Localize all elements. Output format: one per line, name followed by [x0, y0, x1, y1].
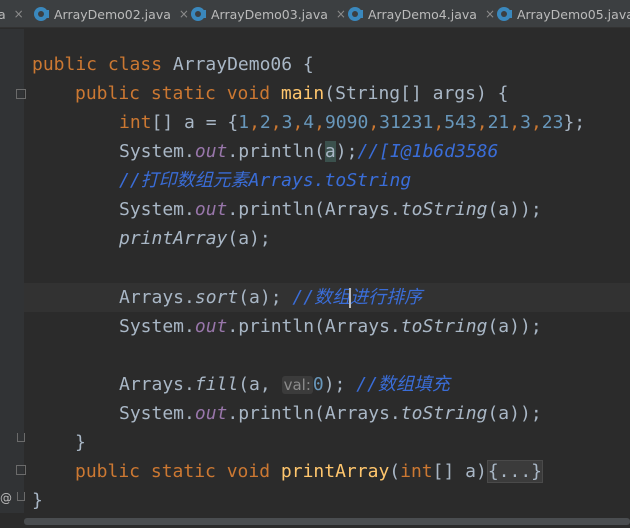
java-class-icon	[348, 7, 363, 21]
folded-code-block[interactable]: {...}	[486, 460, 544, 483]
tab-label: ArrayDemo05.java	[517, 6, 630, 22]
java-class-icon	[191, 7, 206, 21]
editor-gutter: @	[0, 29, 26, 513]
tab-label: ArrayDemo03.java	[211, 6, 328, 22]
tab-arraydemo03[interactable]: ArrayDemo03.java ×	[191, 0, 346, 28]
code-line-9: Arrays.sort(a); //数组进行排序	[119, 287, 423, 308]
code-line-10: System.out.println(Arrays.toString(a));	[119, 316, 542, 337]
code-editor[interactable]: public class ArrayDemo06 { public static…	[24, 29, 630, 513]
close-icon[interactable]: ×	[485, 7, 495, 21]
code-line-3: int[] a = {1,2,3,4,9090,31231,543,21,3,2…	[119, 112, 586, 133]
code-line-15: public static void printArray(int[] a){.…	[75, 460, 544, 483]
tab-arraydemo4[interactable]: ArrayDemo4.java ×	[348, 0, 495, 28]
editor-tab-bar: a × ArrayDemo02.java × ArrayDemo03.java …	[0, 0, 630, 28]
code-line-5: //打印数组元素Arrays.toString	[119, 170, 412, 191]
tab-label: ArrayDemo4.java	[368, 6, 477, 22]
code-line-14: }	[75, 432, 86, 453]
java-class-icon	[34, 7, 49, 21]
code-line-12: Arrays.fill(a, val: 0); //数组填充	[119, 374, 450, 395]
tab-arraydemo05[interactable]: ArrayDemo05.java ×	[497, 0, 630, 28]
horizontal-scrollbar[interactable]	[24, 514, 630, 528]
close-icon[interactable]: ×	[179, 7, 189, 21]
code-line-7: printArray(a);	[119, 228, 271, 249]
parameter-hint: val:	[281, 376, 313, 394]
tab-arraydemo02[interactable]: ArrayDemo02.java ×	[34, 0, 189, 28]
java-class-icon	[497, 7, 512, 21]
tab-label: a	[0, 6, 6, 22]
override-marker-icon[interactable]: @	[0, 491, 12, 505]
code-line-13: System.out.println(Arrays.toString(a));	[119, 403, 542, 424]
close-icon[interactable]: ×	[336, 7, 346, 21]
tab-arraydemo01[interactable]: a ×	[0, 0, 24, 28]
code-line-1: public class ArrayDemo06 {	[32, 54, 314, 75]
close-icon[interactable]: ×	[14, 7, 24, 21]
code-line-16: }	[32, 490, 43, 511]
code-line-4: System.out.println(a);//[I@1b6d3586	[119, 141, 499, 162]
code-line-6: System.out.println(Arrays.toString(a));	[119, 199, 542, 220]
tab-label: ArrayDemo02.java	[54, 6, 171, 22]
code-line-2: public static void main(String[] args) {	[75, 83, 509, 104]
scrollbar-thumb[interactable]	[24, 518, 630, 525]
